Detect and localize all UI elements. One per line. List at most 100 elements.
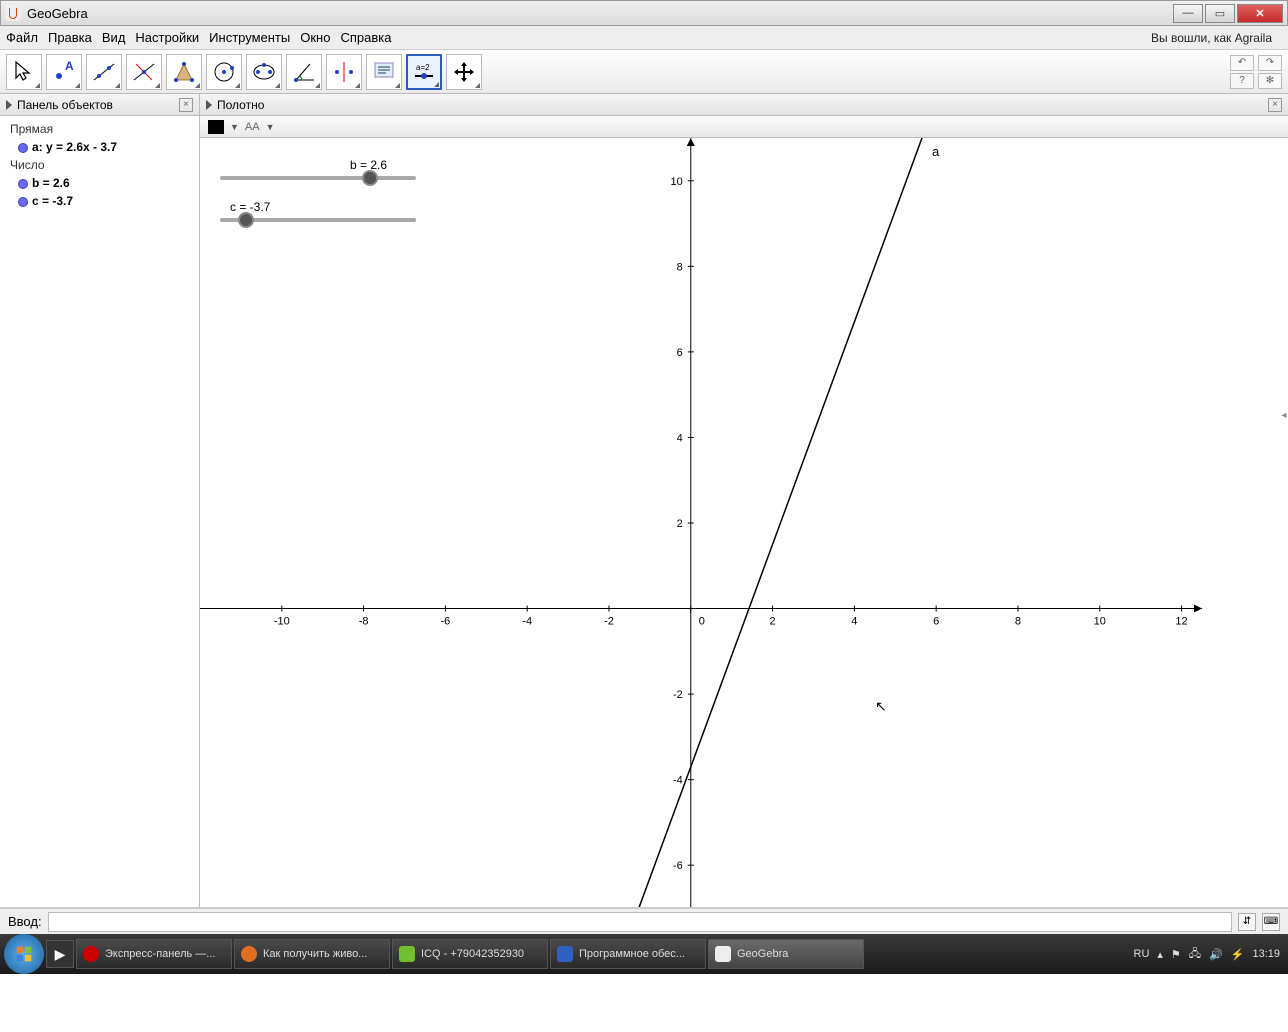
tool-perpendicular[interactable] bbox=[126, 54, 162, 90]
visibility-dot-icon[interactable] bbox=[18, 179, 28, 189]
svg-text:2: 2 bbox=[770, 616, 776, 628]
menu-tools[interactable]: Инструменты bbox=[209, 30, 290, 45]
graphics-panel: Полотно × ▼ AA ▼ -10-8-6-4-224681012-6-4… bbox=[200, 94, 1288, 907]
svg-text:4: 4 bbox=[677, 432, 683, 444]
login-status: Вы вошли, как Agraila bbox=[1151, 31, 1272, 45]
taskbar-item-opera[interactable]: Экспресс-панель —... bbox=[76, 939, 232, 969]
svg-text:-2: -2 bbox=[673, 689, 683, 701]
tray-volume-icon[interactable]: 🔊 bbox=[1209, 948, 1223, 961]
java-icon bbox=[5, 5, 21, 21]
svg-text:-4: -4 bbox=[673, 775, 683, 787]
tool-point[interactable]: A bbox=[46, 54, 82, 90]
close-panel-button[interactable]: × bbox=[1268, 98, 1282, 112]
svg-text:a=2: a=2 bbox=[416, 63, 430, 72]
tray-power-icon[interactable]: ⚡ bbox=[1231, 948, 1245, 961]
redo-button[interactable]: ↷ bbox=[1258, 55, 1282, 71]
toolbar: A a=2 ↶ ↷ ? ✻ bbox=[0, 50, 1288, 94]
quick-launch-media[interactable]: ▶ bbox=[46, 940, 74, 968]
collapse-icon[interactable] bbox=[206, 100, 212, 110]
collapse-icon[interactable] bbox=[6, 100, 12, 110]
tree-item-b[interactable]: b = 2.6 bbox=[32, 176, 70, 190]
style-bar: ▼ AA ▼ bbox=[200, 116, 1288, 138]
tool-polygon[interactable] bbox=[166, 54, 202, 90]
svg-text:-6: -6 bbox=[440, 616, 450, 628]
taskbar-item-word[interactable]: Программное обес... bbox=[550, 939, 706, 969]
tray-arrow-icon[interactable]: ▴ bbox=[1157, 948, 1163, 961]
svg-text:A: A bbox=[65, 59, 74, 73]
maximize-button[interactable]: ▭ bbox=[1205, 4, 1235, 23]
tool-move-view[interactable] bbox=[446, 54, 482, 90]
input-symbol-button[interactable]: ⌨ bbox=[1262, 913, 1280, 931]
graphics-panel-title: Полотно bbox=[217, 98, 264, 112]
visibility-dot-icon[interactable] bbox=[18, 197, 28, 207]
svg-text:12: 12 bbox=[1175, 616, 1187, 628]
svg-text:-6: -6 bbox=[673, 860, 683, 872]
minimize-button[interactable]: — bbox=[1173, 4, 1203, 23]
svg-text:6: 6 bbox=[677, 347, 683, 359]
tray-flag-icon[interactable]: ⚑ bbox=[1171, 948, 1181, 961]
slider-b[interactable]: b = 2.6 bbox=[220, 158, 416, 180]
tree-category-number[interactable]: Число bbox=[10, 156, 193, 174]
svg-text:-8: -8 bbox=[359, 616, 369, 628]
svg-text:8: 8 bbox=[1015, 616, 1021, 628]
system-tray: RU ▴ ⚑ 🖧 🔊 ⚡ 13:19 bbox=[1134, 945, 1285, 964]
taskbar-item-icq[interactable]: ICQ - +79042352930 bbox=[392, 939, 548, 969]
tool-text[interactable] bbox=[366, 54, 402, 90]
input-label: Ввод: bbox=[8, 914, 42, 929]
close-panel-button[interactable]: × bbox=[179, 98, 193, 112]
menu-window[interactable]: Окно bbox=[300, 30, 330, 45]
undo-button[interactable]: ↶ bbox=[1230, 55, 1254, 71]
tool-slider[interactable]: a=2 bbox=[406, 54, 442, 90]
command-input[interactable] bbox=[48, 912, 1232, 932]
color-swatch[interactable] bbox=[208, 120, 224, 134]
menu-view[interactable]: Вид bbox=[102, 30, 126, 45]
taskbar-item-firefox[interactable]: Как получить живо... bbox=[234, 939, 390, 969]
input-bar: Ввод: ⇵ ⌨ bbox=[0, 908, 1288, 934]
start-button[interactable] bbox=[4, 934, 44, 974]
tree-category-line[interactable]: Прямая bbox=[10, 120, 193, 138]
close-button[interactable]: ✕ bbox=[1237, 4, 1283, 23]
window-title: GeoGebra bbox=[27, 6, 88, 21]
tool-reflect[interactable] bbox=[326, 54, 362, 90]
taskbar-clock[interactable]: 13:19 bbox=[1252, 948, 1280, 961]
svg-text:10: 10 bbox=[1094, 616, 1106, 628]
workspace: Панель объектов × Прямая a: y = 2.6x - 3… bbox=[0, 94, 1288, 908]
svg-text:a: a bbox=[932, 144, 940, 159]
input-dropdown-button[interactable]: ⇵ bbox=[1238, 913, 1256, 931]
menu-edit[interactable]: Правка bbox=[48, 30, 92, 45]
side-expand-handle[interactable]: ◂ bbox=[1280, 400, 1288, 430]
graphics-view[interactable]: -10-8-6-4-224681012-6-4-22468100a b = 2.… bbox=[200, 138, 1288, 907]
tool-move[interactable] bbox=[6, 54, 42, 90]
tool-line[interactable] bbox=[86, 54, 122, 90]
menu-file[interactable]: Файл bbox=[6, 30, 38, 45]
toolbar-settings-button[interactable]: ✻ bbox=[1258, 73, 1282, 89]
slider-c-label: c = -3.7 bbox=[230, 200, 270, 214]
object-tree: Прямая a: y = 2.6x - 3.7 Число b = 2.6 c… bbox=[0, 116, 199, 214]
cursor-icon: ↖ bbox=[875, 698, 887, 715]
svg-text:10: 10 bbox=[671, 176, 683, 188]
font-dropdown-icon[interactable]: ▼ bbox=[266, 122, 275, 132]
svg-text:6: 6 bbox=[933, 616, 939, 628]
font-size-label[interactable]: AA bbox=[245, 121, 260, 133]
svg-text:0: 0 bbox=[699, 616, 705, 628]
tree-item-a[interactable]: a: y = 2.6x - 3.7 bbox=[32, 140, 117, 154]
tool-circle[interactable] bbox=[206, 54, 242, 90]
svg-text:-10: -10 bbox=[274, 616, 290, 628]
toolbar-help-button[interactable]: ? bbox=[1230, 73, 1254, 89]
tool-angle[interactable] bbox=[286, 54, 322, 90]
svg-text:-2: -2 bbox=[604, 616, 614, 628]
menu-help[interactable]: Справка bbox=[340, 30, 391, 45]
windows-taskbar: ▶ Экспресс-панель —... Как получить живо… bbox=[0, 934, 1288, 974]
tree-item-c[interactable]: c = -3.7 bbox=[32, 194, 73, 208]
tool-ellipse[interactable] bbox=[246, 54, 282, 90]
slider-c[interactable]: c = -3.7 bbox=[220, 200, 416, 222]
objects-panel-title: Панель объектов bbox=[17, 98, 113, 112]
taskbar-item-geogebra[interactable]: GeoGebra bbox=[708, 939, 864, 969]
tray-network-icon[interactable]: 🖧 bbox=[1189, 945, 1201, 964]
window-titlebar: GeoGebra — ▭ ✕ bbox=[0, 0, 1288, 26]
color-dropdown-icon[interactable]: ▼ bbox=[230, 122, 239, 132]
visibility-dot-icon[interactable] bbox=[18, 143, 28, 153]
svg-text:2: 2 bbox=[677, 518, 683, 530]
menu-settings[interactable]: Настройки bbox=[135, 30, 199, 45]
lang-indicator[interactable]: RU bbox=[1134, 948, 1150, 960]
